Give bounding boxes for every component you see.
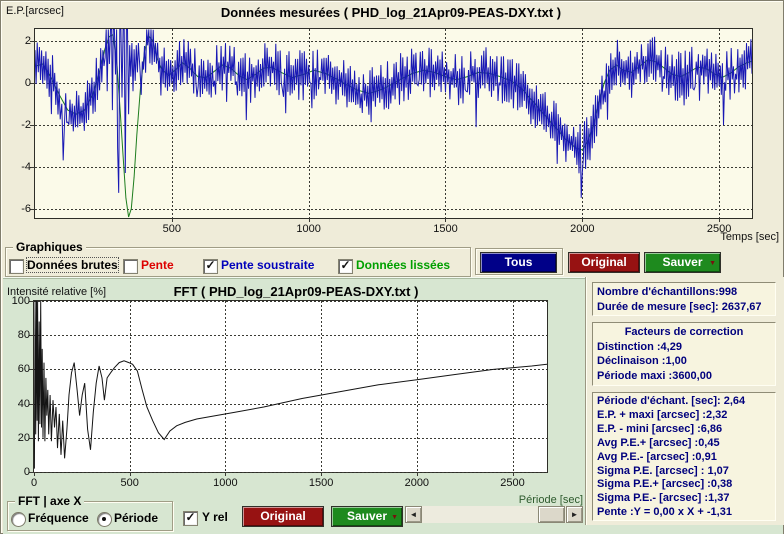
y-rel-label[interactable]: Y rel bbox=[202, 510, 228, 524]
x-axis-tick-label: 1000 bbox=[213, 477, 238, 489]
samples-box: Nombre d'échantillons:998 Durée de mesur… bbox=[592, 282, 776, 316]
fft-plot: 100 80 60 40 20 0 0 500 1000 1500 2000 2500 bbox=[12, 295, 548, 489]
chart-series bbox=[34, 301, 547, 469]
x-axis-tick-label: 2000 bbox=[404, 477, 430, 489]
donnees-brutes-label[interactable]: Données brutes bbox=[26, 257, 119, 273]
top-chart-title: Données mesurées ( PHD_log_21Apr09-PEAS-… bbox=[220, 5, 562, 20]
fft-scrollbar[interactable]: ◄ ► bbox=[405, 506, 583, 523]
y-axis-tick-label: 80 bbox=[17, 329, 30, 342]
y-axis-tick-label: 100 bbox=[11, 295, 30, 307]
donnees-lissees-checkbox[interactable]: ✓ bbox=[338, 259, 353, 274]
y-axis-tick-label: 60 bbox=[17, 363, 30, 376]
original-button-top[interactable]: Original bbox=[568, 252, 640, 273]
correction-box: Facteurs de correction Distinction :4,29… bbox=[592, 322, 776, 386]
graphiques-groupbox-label: Graphiques bbox=[13, 240, 86, 254]
x-axis-tick-label: 1000 bbox=[296, 223, 321, 235]
fft-axis-groupbox-label: FFT | axe X bbox=[15, 494, 85, 508]
periode-radio[interactable] bbox=[97, 512, 112, 527]
donnees-brutes-checkbox[interactable] bbox=[9, 259, 24, 274]
stat-sigma-pe-minus: Sigma P.E.- [arcsec] :1,37 bbox=[597, 492, 730, 505]
sauver-button-top-label: Sauver bbox=[662, 255, 703, 269]
stat-periode-echant: Période d'échant. [sec]: 2,64 bbox=[597, 395, 746, 407]
tous-button[interactable]: Tous bbox=[480, 252, 557, 273]
fft-chart-title: FFT ( PHD_log_21Apr09-PEAS-DXY.txt ) bbox=[173, 284, 419, 299]
x-axis-tick-label: 2000 bbox=[570, 223, 595, 235]
declinaison-value: Déclinaison :1,00 bbox=[597, 355, 687, 367]
samples-count: Nombre d'échantillons:998 bbox=[597, 286, 738, 298]
original-button-bottom[interactable]: Original bbox=[242, 506, 324, 527]
measured-data-plot: 2 0 -2 -4 -6 500 1000 1500 2000 2500 bbox=[21, 28, 753, 235]
stat-sigma-pe: Sigma P.E. [arcsec] : 1,07 bbox=[597, 464, 729, 477]
stat-sigma-pe-plus: Sigma P.E.+ [arcsec] :0,38 bbox=[597, 478, 733, 491]
measure-duration: Durée de mesure [sec]: 2637,67 bbox=[597, 300, 762, 313]
y-axis-tick-label: 40 bbox=[17, 397, 30, 410]
y-axis-tick-label: 2 bbox=[24, 34, 31, 47]
stat-pente-equation: Pente :Y = 0,00 x X + -1,31 bbox=[597, 506, 732, 519]
pente-soustraite-label[interactable]: Pente soustraite bbox=[221, 258, 314, 272]
sauver-button-top[interactable]: Sauver ▼ bbox=[644, 252, 721, 273]
app-window: E.P.[arcsec] Données mesurées ( PHD_log_… bbox=[0, 0, 784, 534]
correction-box-title: Facteurs de correction bbox=[624, 326, 744, 338]
y-axis-tick-label: 0 bbox=[24, 76, 31, 89]
x-axis-tick-label: 2500 bbox=[500, 477, 525, 489]
periode-radio-label[interactable]: Période bbox=[114, 511, 158, 525]
sauver-button-bottom[interactable]: Sauver ▼ bbox=[331, 506, 403, 527]
pente-checkbox[interactable] bbox=[123, 259, 138, 274]
x-axis-tick-label: 500 bbox=[162, 223, 181, 235]
dropdown-arrow-icon[interactable]: ▼ bbox=[709, 260, 716, 267]
x-axis-tick-label: 1500 bbox=[308, 477, 334, 489]
stat-ep-maxi: E.P. + maxi [arcsec] :2,32 bbox=[597, 408, 728, 421]
series-fft bbox=[34, 301, 547, 469]
fft-x-axis-title: Période [sec] bbox=[518, 494, 583, 506]
y-axis-tick-label: -4 bbox=[21, 160, 31, 173]
stat-ep-mini: E.P. - mini [arcsec] :6,86 bbox=[597, 422, 723, 435]
y-axis-tick-label: -6 bbox=[21, 202, 31, 215]
distinction-value: Distinction :4,29 bbox=[597, 340, 682, 353]
sauver-button-bottom-label: Sauver bbox=[346, 509, 388, 523]
periode-maxi-value: Période maxi :3600,00 bbox=[597, 369, 712, 382]
x-axis-tick-label: 500 bbox=[120, 477, 139, 489]
x-axis-tick-label: 1500 bbox=[433, 223, 458, 235]
stat-avg-pe-plus: Avg P.E.+ [arcsec] :0,45 bbox=[597, 436, 720, 449]
donnees-lissees-label[interactable]: Données lissées bbox=[356, 258, 450, 272]
y-axis-tick-label: 20 bbox=[17, 431, 30, 444]
stat-avg-pe-minus: Avg P.E.- [arcsec] :0,91 bbox=[597, 450, 717, 463]
frequence-radio[interactable] bbox=[11, 512, 26, 527]
x-axis-tick-label: 0 bbox=[30, 477, 38, 489]
pente-soustraite-checkbox[interactable]: ✓ bbox=[203, 259, 218, 274]
top-chart-x-axis-title: Temps [sec] bbox=[720, 231, 779, 243]
dropdown-arrow-icon[interactable]: ▼ bbox=[391, 514, 398, 521]
top-chart-y-axis-title: E.P.[arcsec] bbox=[6, 5, 64, 17]
series-pente-soustraite bbox=[35, 29, 752, 198]
chart-series bbox=[35, 29, 752, 218]
scrollbar-left-arrow-icon[interactable]: ◄ bbox=[405, 506, 422, 523]
scrollbar-thumb[interactable] bbox=[538, 506, 565, 523]
stats-box: Période d'échant. [sec]: 2,64 E.P. + max… bbox=[592, 392, 776, 521]
pente-label[interactable]: Pente bbox=[141, 258, 174, 272]
y-rel-checkbox[interactable]: ✓ bbox=[183, 511, 198, 526]
y-axis-tick-label: -2 bbox=[21, 118, 31, 131]
scrollbar-right-arrow-icon[interactable]: ► bbox=[566, 506, 583, 523]
frequence-radio-label[interactable]: Fréquence bbox=[28, 511, 89, 525]
